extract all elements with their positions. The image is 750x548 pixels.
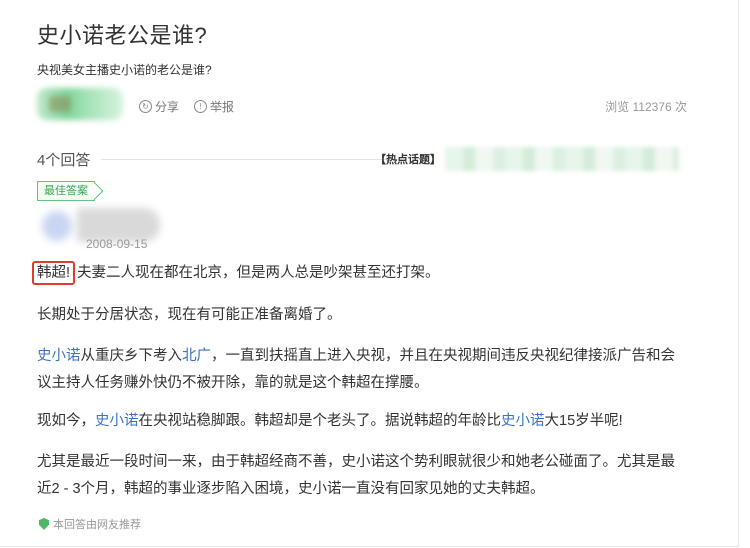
report-label: 举报 — [210, 100, 235, 114]
highlighted-answer: 韩超! — [32, 261, 76, 285]
share-label: 分享 — [155, 100, 180, 114]
answer-text: 近2 - 3个月，韩超的事业逐步陷入困境，史小诺一直没有回家见她的丈夫韩超。 — [37, 481, 545, 497]
answer-paragraph-4: 现如今，史小诺在央视站稳脚跟。韩超却是个老头了。据说韩超的年龄比史小诺大15岁半… — [37, 408, 697, 435]
report-button[interactable]: ! 举报 — [194, 98, 234, 115]
view-count: 浏览 112376 次 — [605, 100, 687, 114]
divider — [101, 159, 407, 160]
best-answer-badge: 最佳答案 — [37, 181, 95, 201]
link-shi-xiaonuo[interactable]: 史小诺 — [95, 413, 139, 429]
answers-header: 4个回答 【热点话题】 — [37, 147, 687, 171]
question-title: 史小诺老公是谁? — [37, 23, 208, 48]
answer-text: 夫妻二人现在都在北京，但是两人总是吵架甚至还打架。 — [77, 265, 440, 281]
answer-paragraph-1: 韩超! 夫妻二人现在都在北京，但是两人总是吵架甚至还打架。 — [32, 260, 697, 287]
answers-count: 4个回答 — [37, 152, 91, 169]
answer-text: 在央视站稳脚跟。韩超却是个老头了。据说韩超的年龄比 — [138, 413, 502, 429]
report-icon: ! — [194, 100, 207, 113]
question-subtitle: 央视美女主播史小诺的老公是谁? — [37, 63, 212, 77]
recommended-note: 本回答由网友推荐 — [39, 516, 141, 532]
share-button[interactable]: ↻ 分享 — [139, 98, 179, 115]
asker-avatar-blurred — [37, 88, 123, 120]
shield-check-icon — [39, 518, 49, 530]
recommended-label: 本回答由网友推荐 — [53, 519, 141, 531]
question-meta: ↻ 分享 ! 举报 浏览 112376 次 — [37, 88, 687, 124]
answer-text: 现如今， — [37, 413, 95, 429]
answer-text: 从重庆乡下考入 — [80, 348, 183, 364]
answer-paragraph-3: 史小诺从重庆乡下考入北广，一直到扶摇直上进入央视，并且在央视期间违反央视纪律接派… — [37, 343, 697, 397]
answer-text: 大15岁半呢! — [544, 413, 623, 429]
answer-text: 议主持人任务赚外快仍不被开除，靠的就是这个韩超在撑腰。 — [37, 375, 429, 391]
hot-topics-label: 【热点话题】 — [375, 154, 441, 166]
answer-paragraph-5: 尤其是最近一段时间一来，由于韩超经商不善，史小诺这个势利眼就很少和她老公碰面了。… — [37, 449, 697, 503]
answer-paragraph-2: 长期处于分居状态，现在有可能正准备离婚了。 — [37, 307, 342, 323]
link-shi-xiaonuo[interactable]: 史小诺 — [37, 348, 81, 364]
link-beiguang[interactable]: 北广 — [182, 348, 211, 364]
answer-text: 尤其是最近一段时间一来，由于韩超经商不善，史小诺这个势利眼就很少和她老公碰面了。… — [37, 454, 675, 470]
answer-text: ，一直到扶摇直上进入央视，并且在央视期间违反央视纪律接派广告和会 — [211, 348, 675, 364]
share-icon: ↻ — [139, 100, 152, 113]
answer-date: 2008-09-15 — [86, 237, 148, 251]
hot-topics-blurred[interactable] — [445, 147, 679, 171]
link-shi-xiaonuo[interactable]: 史小诺 — [501, 413, 545, 429]
